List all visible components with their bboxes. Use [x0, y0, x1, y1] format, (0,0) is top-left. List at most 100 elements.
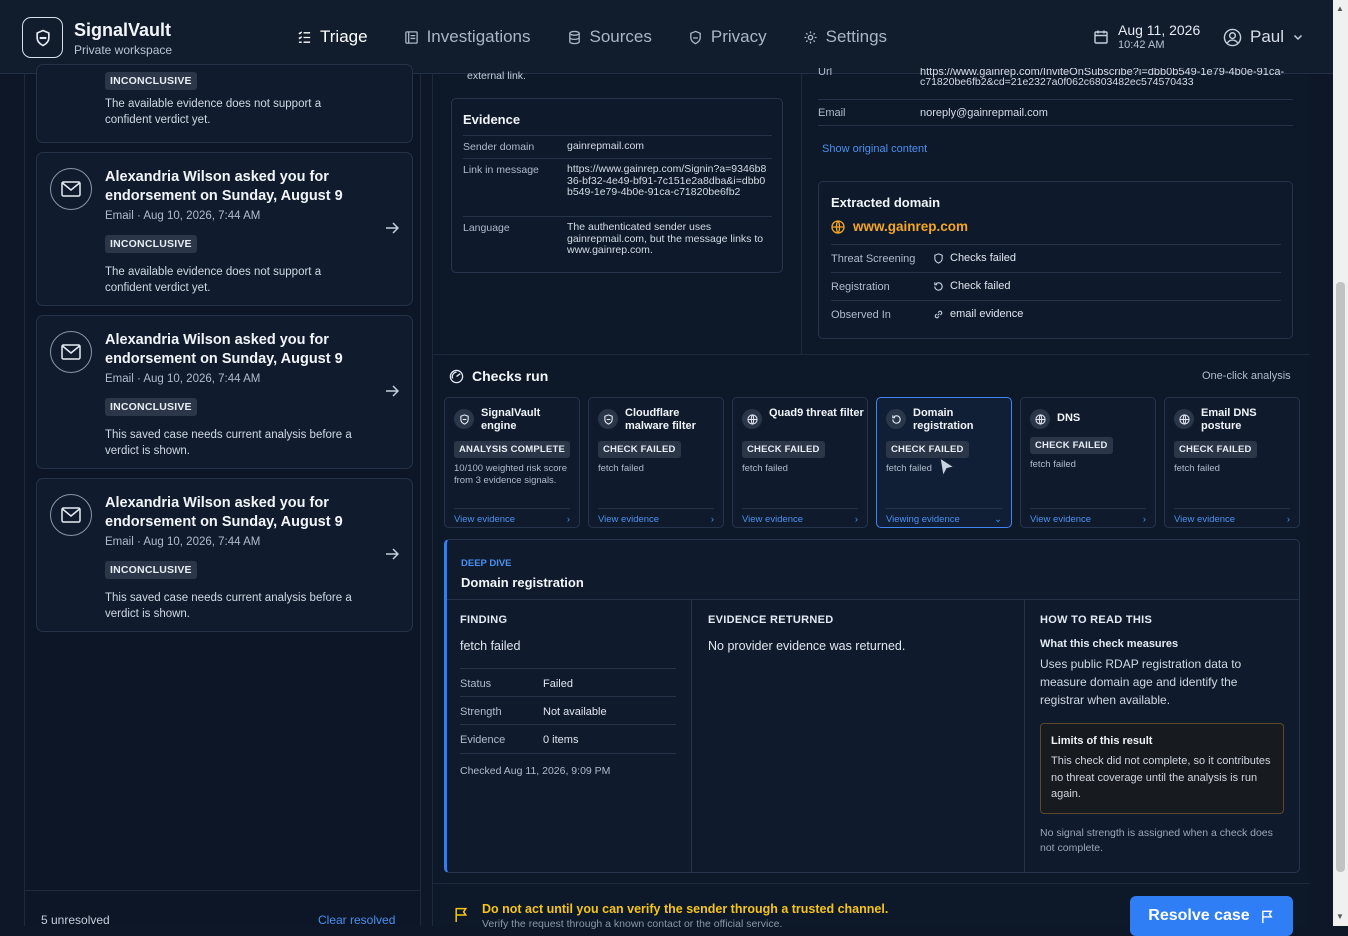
resolve-case-button[interactable]: Resolve case: [1130, 896, 1293, 936]
case-card[interactable]: Alexandria Wilson asked you for endorsem…: [36, 315, 413, 469]
check-card-signalvault[interactable]: SignalVault engine ANALYSIS COMPLETE 10/…: [444, 397, 580, 528]
action-bar: Do not act until you can verify the send…: [433, 883, 1310, 936]
url-key: Url: [818, 68, 833, 78]
current-time: 10:42 AM: [1118, 39, 1165, 51]
page-scrollbar[interactable]: ▲ ▼: [1333, 0, 1348, 926]
chevron-right-icon: ›: [566, 514, 570, 525]
show-original-link[interactable]: Show original content: [822, 143, 927, 155]
evidence-key: Link in message: [463, 164, 539, 176]
deep-dive-title: Domain registration: [461, 575, 584, 590]
tab-label: Investigations: [426, 27, 531, 46]
how-heading: HOW TO READ THIS: [1040, 614, 1153, 626]
column-divider: [801, 74, 802, 354]
tab-investigations[interactable]: Investigations: [386, 0, 549, 74]
evidence-row: Link in message https://www.gainrep.com/…: [463, 158, 772, 216]
finding-val: 0 items: [543, 734, 579, 746]
scrollbar-thumb[interactable]: [1336, 282, 1345, 872]
view-evidence-link[interactable]: View evidence ›: [598, 508, 714, 525]
tab-triage[interactable]: Triage: [279, 0, 386, 74]
extracted-value: Checks failed: [950, 252, 1017, 264]
link-label: View evidence: [598, 514, 660, 525]
tab-settings[interactable]: Settings: [785, 0, 905, 74]
finding-heading: FINDING: [460, 614, 508, 626]
check-name: DNS: [1057, 412, 1081, 424]
arrow-right-icon[interactable]: [385, 547, 399, 561]
view-evidence-link[interactable]: View evidence ›: [1030, 508, 1146, 525]
deep-dive-panel: DEEP DIVE Domain registration FINDING fe…: [444, 539, 1300, 873]
evidence-returned: No provider evidence was returned.: [708, 639, 906, 653]
scroll-up-icon[interactable]: ▲: [1336, 4, 1344, 13]
check-status-badge: CHECK FAILED: [742, 441, 825, 458]
check-icon-wrap: [742, 409, 762, 429]
how-question: What this check measures: [1040, 638, 1179, 650]
limits-text: This check did not complete, so it contr…: [1051, 755, 1271, 800]
email-key: Email: [818, 107, 846, 119]
status-badge: INCONCLUSIVE: [105, 398, 197, 416]
email-value: noreply@gainrepmail.com: [920, 107, 1048, 119]
globe-icon: [831, 219, 845, 234]
link-label: View evidence: [742, 514, 804, 525]
view-evidence-link[interactable]: View evidence ›: [454, 508, 570, 525]
email-row: Email noreply@gainrepmail.com: [818, 99, 1293, 126]
status-badge: INCONCLUSIVE: [105, 235, 197, 253]
evidence-row: Sender domain gainrepmail.com: [463, 135, 772, 158]
extracted-value: email evidence: [950, 308, 1024, 320]
unresolved-count: 5 unresolved: [41, 913, 110, 927]
radar-icon: [449, 369, 464, 383]
shield-icon: [35, 29, 50, 46]
evidence-value: The authenticated sender uses gainrepmai…: [567, 221, 764, 256]
logo[interactable]: [22, 17, 63, 58]
case-description: This saved case needs current analysis b…: [105, 592, 352, 620]
link-label: View evidence: [454, 514, 516, 525]
mouse-cursor-icon: [939, 456, 956, 478]
evidence-title: Evidence: [463, 112, 521, 127]
scroll-down-icon[interactable]: ▼: [1336, 912, 1344, 921]
tab-privacy[interactable]: Privacy: [670, 0, 785, 74]
finding-row: Status Failed: [460, 668, 676, 696]
check-card-cloudflare[interactable]: Cloudflare malware filter CHECK FAILED f…: [588, 397, 724, 528]
case-detail: external link. Evidence Sender domain ga…: [432, 68, 1310, 936]
check-card-quad9[interactable]: Quad9 threat filter CHECK FAILED fetch f…: [732, 397, 868, 528]
check-icon-wrap: [598, 409, 618, 429]
check-card-domain-registration[interactable]: Domain registration CHECK FAILED fetch f…: [876, 397, 1012, 528]
arrow-right-icon[interactable]: [385, 221, 399, 235]
view-evidence-link[interactable]: View evidence ›: [742, 508, 858, 525]
chevron-down-icon: ⌄: [994, 514, 1002, 525]
globe-icon: [1178, 413, 1190, 425]
limits-box: Limits of this result This check did not…: [1040, 723, 1284, 814]
viewing-evidence-link[interactable]: Viewing evidence ⌄: [886, 508, 1002, 525]
user-menu[interactable]: Paul: [1223, 27, 1304, 47]
case-meta: Email · Aug 10, 2026, 7:44 AM: [105, 210, 261, 222]
extracted-value: Check failed: [950, 280, 1011, 292]
case-list-sidebar: INCONCLUSIVE The available evidence does…: [24, 64, 421, 927]
link-icon: [934, 310, 943, 318]
check-card-email-dns[interactable]: Email DNS posture CHECK FAILED fetch fai…: [1164, 397, 1300, 528]
finding-val: Not available: [543, 706, 607, 718]
how-to-read-column: HOW TO READ THIS What this check measure…: [1025, 600, 1300, 873]
check-note: 10/100 weighted risk score from 3 eviden…: [454, 463, 568, 486]
tab-sources[interactable]: Sources: [549, 0, 670, 74]
case-card[interactable]: Alexandria Wilson asked you for endorsem…: [36, 478, 413, 632]
tab-label: Settings: [825, 27, 888, 46]
evidence-key: Sender domain: [463, 141, 535, 153]
extracted-row: Observed In email evidence: [831, 300, 1281, 328]
arrow-right-icon[interactable]: [385, 384, 399, 398]
clear-resolved-link[interactable]: Clear resolved: [318, 913, 395, 927]
check-name: Quad9 threat filter: [769, 407, 864, 419]
evidence-value: https://www.gainrep.com/Signin?a=9346b83…: [567, 163, 767, 198]
finding-key: Status: [460, 678, 492, 690]
case-card[interactable]: INCONCLUSIVE The available evidence does…: [36, 64, 413, 143]
extracted-domain[interactable]: www.gainrep.com: [831, 219, 968, 234]
top-bar: SignalVault Private workspace Triage Inv…: [0, 0, 1333, 74]
finding-row: Evidence 0 items: [460, 724, 676, 754]
shield-icon: [934, 252, 943, 264]
case-description: This saved case needs current analysis b…: [105, 429, 352, 457]
sidebar-footer: 5 unresolved Clear resolved: [25, 890, 420, 930]
globe-icon: [746, 413, 758, 425]
finding-value: fetch failed: [460, 639, 521, 653]
case-card[interactable]: Alexandria Wilson asked you for endorsem…: [36, 152, 413, 306]
mail-icon: [61, 344, 81, 360]
check-card-dns[interactable]: DNS CHECK FAILED fetch failed View evide…: [1020, 397, 1156, 528]
extracted-row: Registration Check failed: [831, 272, 1281, 300]
view-evidence-link[interactable]: View evidence ›: [1174, 508, 1290, 525]
